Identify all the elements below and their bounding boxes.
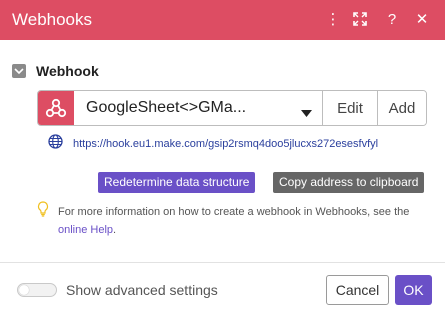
webhooks-dialog: Webhooks ⋮ ? ✕ Webhook GoogleSheet<>GMa.: [0, 0, 445, 317]
fullscreen-icon[interactable]: [349, 8, 371, 30]
footer-divider: [0, 262, 445, 263]
online-help-link[interactable]: online Help: [58, 224, 113, 236]
ok-button[interactable]: OK: [395, 275, 432, 305]
webhook-url-row: https://hook.eu1.make.com/gsip2rsmq4doo5…: [48, 134, 378, 154]
advanced-settings-label[interactable]: Show advanced settings: [66, 282, 218, 298]
copy-address-button[interactable]: Copy address to clipboard: [273, 172, 425, 193]
add-button[interactable]: Add: [378, 91, 426, 125]
edit-button[interactable]: Edit: [323, 91, 378, 125]
help-icon[interactable]: ?: [381, 8, 403, 30]
webhook-url[interactable]: https://hook.eu1.make.com/gsip2rsmq4doo5…: [73, 138, 378, 150]
advanced-settings-toggle[interactable]: [17, 283, 57, 297]
globe-icon: [48, 134, 63, 154]
section-title: Webhook: [36, 63, 99, 79]
info-text-before: For more information on how to create a …: [58, 206, 410, 218]
redetermine-data-structure-button[interactable]: Redetermine data structure: [98, 172, 256, 193]
cancel-button[interactable]: Cancel: [326, 275, 389, 305]
close-icon[interactable]: ✕: [411, 8, 433, 30]
webhook-select-value: GoogleSheet<>GMa...: [86, 99, 247, 116]
webhook-select-group: GoogleSheet<>GMa... Edit Add: [37, 90, 427, 126]
collapse-checkbox-icon[interactable]: [12, 64, 26, 78]
more-vertical-icon[interactable]: ⋮: [322, 8, 344, 30]
caret-down-icon: [301, 104, 312, 122]
toggle-knob: [19, 285, 29, 295]
info-text-after: .: [113, 224, 117, 236]
dialog-title: Webhooks: [12, 10, 93, 29]
webhook-section-header[interactable]: Webhook: [12, 62, 99, 80]
dialog-header: Webhooks ⋮ ? ✕: [0, 0, 445, 40]
lightbulb-icon: [37, 201, 49, 222]
webhook-select[interactable]: GoogleSheet<>GMa...: [74, 91, 323, 125]
webhook-app-icon: [38, 91, 74, 125]
info-text: For more information on how to create a …: [58, 203, 428, 239]
